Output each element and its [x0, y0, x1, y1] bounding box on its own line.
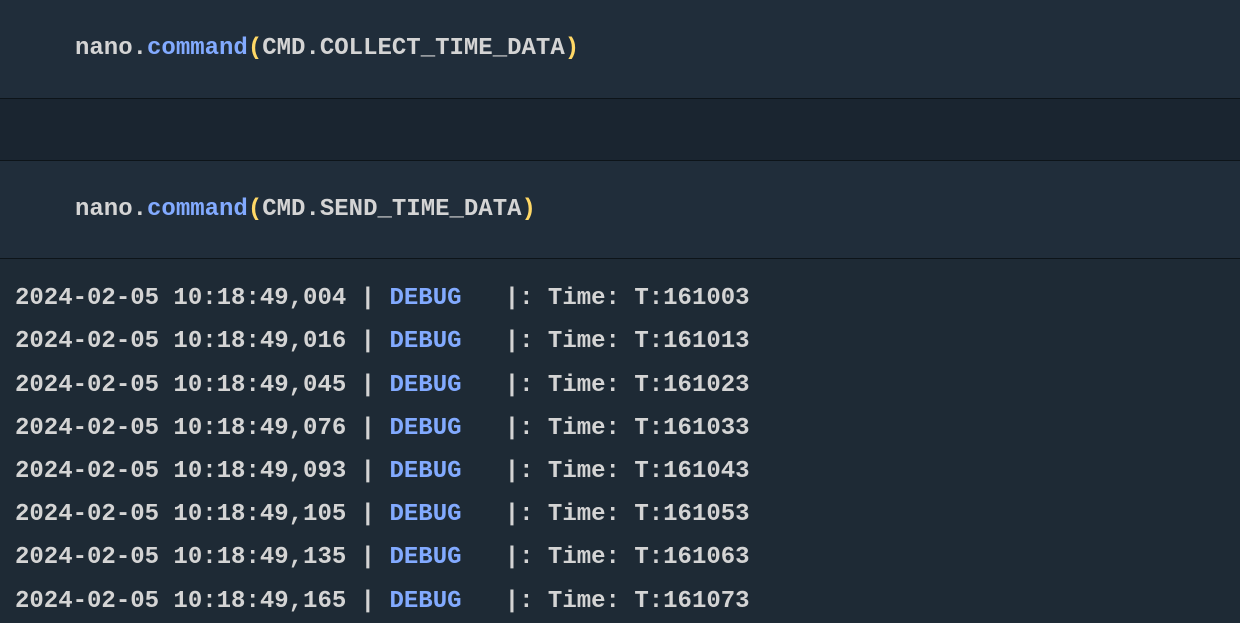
- log-level: DEBUG: [389, 285, 461, 312]
- log-level: DEBUG: [389, 501, 461, 528]
- dot-token: .: [305, 35, 319, 62]
- code-method: command: [147, 35, 248, 62]
- dot-token: .: [133, 35, 147, 62]
- log-timestamp: 2024-02-05 10:18:49,165: [15, 588, 346, 615]
- log-level: DEBUG: [389, 372, 461, 399]
- log-level: DEBUG: [389, 588, 461, 615]
- log-timestamp: 2024-02-05 10:18:49,105: [15, 501, 346, 528]
- log-message: Time: T:161033: [548, 415, 750, 442]
- log-level: DEBUG: [389, 458, 461, 485]
- log-level: DEBUG: [389, 415, 461, 442]
- log-message: Time: T:161043: [548, 458, 750, 485]
- log-line: 2024-02-05 10:18:49,135 | DEBUG |: Time:…: [15, 536, 1240, 579]
- log-line: 2024-02-05 10:18:49,105 | DEBUG |: Time:…: [15, 493, 1240, 536]
- log-timestamp: 2024-02-05 10:18:49,076: [15, 415, 346, 442]
- log-message: Time: T:161063: [548, 544, 750, 571]
- code-object: nano: [75, 196, 133, 223]
- paren-open: (: [248, 35, 262, 62]
- dot-token: .: [305, 196, 319, 223]
- log-timestamp: 2024-02-05 10:18:49,093: [15, 458, 346, 485]
- code-line: nano.command(CMD.SEND_TIME_DATA): [75, 193, 1240, 227]
- log-message: Time: T:161013: [548, 328, 750, 355]
- paren-close: ): [565, 35, 579, 62]
- log-level: DEBUG: [389, 544, 461, 571]
- log-line: 2024-02-05 10:18:49,004 | DEBUG |: Time:…: [15, 277, 1240, 320]
- paren-open: (: [248, 196, 262, 223]
- cell-gap: [0, 99, 1240, 161]
- log-line: 2024-02-05 10:18:49,045 | DEBUG |: Time:…: [15, 364, 1240, 407]
- code-const-class: CMD: [262, 35, 305, 62]
- log-line: 2024-02-05 10:18:49,076 | DEBUG |: Time:…: [15, 407, 1240, 450]
- log-message: Time: T:161023: [548, 372, 750, 399]
- log-level: DEBUG: [389, 328, 461, 355]
- code-const-name: COLLECT_TIME_DATA: [320, 35, 565, 62]
- code-method: command: [147, 196, 248, 223]
- code-line: nano.command(CMD.COLLECT_TIME_DATA): [75, 32, 1240, 66]
- code-const-class: CMD: [262, 196, 305, 223]
- log-message: Time: T:161003: [548, 285, 750, 312]
- log-line: 2024-02-05 10:18:49,093 | DEBUG |: Time:…: [15, 450, 1240, 493]
- paren-close: ): [522, 196, 536, 223]
- code-cell-2[interactable]: nano.command(CMD.SEND_TIME_DATA): [0, 161, 1240, 260]
- log-line: 2024-02-05 10:18:49,165 | DEBUG |: Time:…: [15, 580, 1240, 623]
- log-message: Time: T:161073: [548, 588, 750, 615]
- log-line: 2024-02-05 10:18:49,016 | DEBUG |: Time:…: [15, 320, 1240, 363]
- dot-token: .: [133, 196, 147, 223]
- output-area: 2024-02-05 10:18:49,004 | DEBUG |: Time:…: [0, 259, 1240, 623]
- log-timestamp: 2024-02-05 10:18:49,004: [15, 285, 346, 312]
- log-message: Time: T:161053: [548, 501, 750, 528]
- log-timestamp: 2024-02-05 10:18:49,016: [15, 328, 346, 355]
- code-cell-1[interactable]: nano.command(CMD.COLLECT_TIME_DATA): [0, 0, 1240, 99]
- log-timestamp: 2024-02-05 10:18:49,135: [15, 544, 346, 571]
- log-timestamp: 2024-02-05 10:18:49,045: [15, 372, 346, 399]
- code-object: nano: [75, 35, 133, 62]
- code-const-name: SEND_TIME_DATA: [320, 196, 522, 223]
